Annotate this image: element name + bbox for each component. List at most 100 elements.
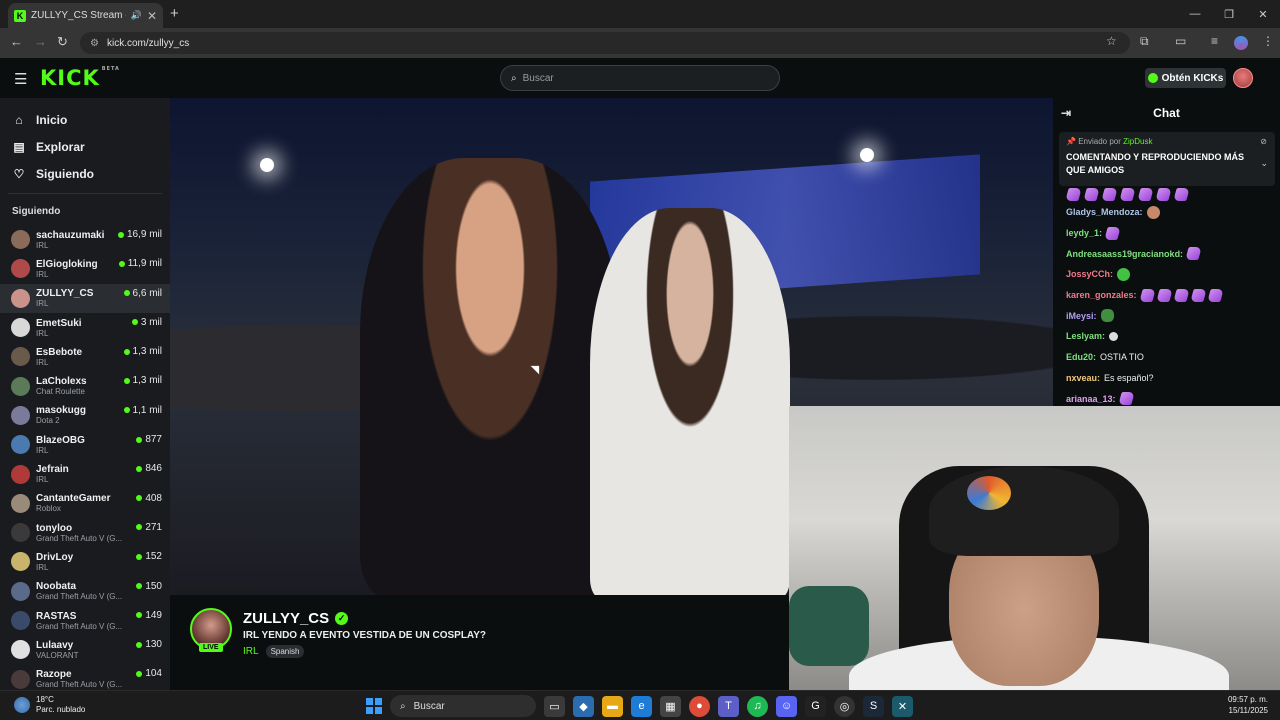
chat-username[interactable]: Edu20: xyxy=(1066,352,1096,362)
kick-logo[interactable]: KICK BETA xyxy=(40,66,120,90)
copilot-icon[interactable]: ◆ xyxy=(573,695,594,717)
channel-name: Razope xyxy=(36,669,72,681)
chat-username[interactable]: Gladys_Mendoza: xyxy=(1066,207,1143,217)
weather-widget[interactable]: 18°C Parc. nublado xyxy=(14,695,85,715)
sidebar-item-following[interactable]: ♡ Siguiendo xyxy=(0,160,170,187)
reload-icon[interactable]: ↻ xyxy=(57,34,68,50)
url-field[interactable]: ⚙ kick.com/zullyy_cs xyxy=(80,32,1130,54)
start-button-icon[interactable] xyxy=(366,698,382,714)
chat-username[interactable]: karen_gonzales: xyxy=(1066,290,1137,300)
edge-icon[interactable]: e xyxy=(631,695,652,717)
sidebar-channel[interactable]: ZULLYY_CS IRL 6,6 mil xyxy=(0,283,170,313)
address-bar-row: ← → ↻ ⚙ kick.com/zullyy_cs ☆ ⧉ ▭ ≡ ⋮ xyxy=(0,28,1280,58)
language-tag[interactable]: Spanish xyxy=(265,645,305,658)
channel-name: EsBebote xyxy=(36,346,83,358)
emote-icon xyxy=(1155,288,1173,302)
chat-message[interactable]: leydy_1: xyxy=(1066,223,1267,244)
chat-username[interactable]: Andreasaass19gracianokd: xyxy=(1066,249,1183,259)
sidebar: ⌂ Inicio ▤ Explorar ♡ Siguiendo Siguiend… xyxy=(0,98,170,690)
sidebar-channel[interactable]: tonyloo Grand Theft Auto V (G... 271 xyxy=(0,518,170,547)
unpin-icon[interactable]: ⊘ xyxy=(1260,137,1267,146)
sidebar-channel[interactable]: Jefrain IRL 846 xyxy=(0,459,170,488)
chrome-icon[interactable]: ● xyxy=(689,695,710,717)
chat-message[interactable]: Gladys_Mendoza: xyxy=(1066,202,1267,223)
sidebar-item-explore[interactable]: ▤ Explorar xyxy=(0,133,170,160)
chat-username[interactable]: nxveau: xyxy=(1066,373,1100,383)
cast-icon[interactable]: ▭ xyxy=(1175,34,1186,48)
chat-username[interactable]: leydy_1: xyxy=(1066,228,1102,238)
speaker-icon[interactable]: 🔊 xyxy=(131,10,142,21)
sidebar-channel[interactable]: BlazeOBG IRL 877 xyxy=(0,430,170,459)
webcam-cap-logo xyxy=(967,476,1011,510)
channel-name[interactable]: ZULLYY_CS ✓ xyxy=(243,610,349,627)
search-input[interactable]: ⌕ Buscar xyxy=(500,65,780,91)
chat-message[interactable]: Leslyam: xyxy=(1066,326,1267,347)
site-info-icon[interactable]: ⚙ xyxy=(90,38,99,49)
sidebar-channel[interactable]: EmetSuki IRL 3 mil xyxy=(0,313,170,342)
sidebar-item-home[interactable]: ⌂ Inicio xyxy=(0,106,170,133)
chat-message[interactable]: iMeysi: xyxy=(1066,305,1267,326)
kick-favicon-icon: K xyxy=(14,9,26,22)
task-view-icon[interactable]: ▭ xyxy=(544,695,565,717)
stream-category[interactable]: IRL xyxy=(243,646,259,657)
chat-message[interactable]: karen_gonzales: xyxy=(1066,285,1267,306)
store-icon[interactable]: ▦ xyxy=(660,695,681,717)
chat-message[interactable]: nxveau: Es español? xyxy=(1066,368,1267,389)
steam-icon[interactable]: S xyxy=(863,695,884,717)
back-icon[interactable]: ← xyxy=(10,34,23,49)
extensions-icon[interactable]: ⧉ xyxy=(1140,34,1149,49)
browser-tab[interactable]: K ZULLYY_CS Stream - Watch 🔊 ✕ xyxy=(8,3,163,28)
sidebar-channel[interactable]: CantanteGamer Roblox 408 xyxy=(0,489,170,518)
sidebar-channel[interactable]: DrivLoy IRL 152 xyxy=(0,547,170,576)
close-tab-icon[interactable]: ✕ xyxy=(147,9,157,23)
sidebar-channel[interactable]: ElGiogloking IRL 11,9 mil xyxy=(0,254,170,283)
chevron-down-icon[interactable]: ⌄ xyxy=(1260,158,1268,169)
media-icon[interactable]: ≡ xyxy=(1211,34,1218,48)
channel-category: IRL xyxy=(36,357,49,367)
live-dot-icon xyxy=(123,407,130,414)
channel-avatar xyxy=(11,552,30,572)
chat-username[interactable]: Leslyam: xyxy=(1066,331,1105,341)
viewer-count: 271 xyxy=(136,522,162,533)
sidebar-channel[interactable]: masokugg Dota 2 1,1 mil xyxy=(0,401,170,430)
chat-message[interactable]: Edu20: OSTIA TIO xyxy=(1066,347,1267,368)
chat-message[interactable]: Andreasaass19gracianokd: xyxy=(1066,243,1267,264)
spotify-icon[interactable]: ♫ xyxy=(747,695,768,717)
profile-icon[interactable] xyxy=(1234,36,1248,50)
file-explorer-icon[interactable]: ▬ xyxy=(602,695,623,717)
chat-message[interactable]: arianaa_13: xyxy=(1066,388,1267,406)
pinned-message[interactable]: 📌 Enviado por ZipDusk COMENTANDO Y REPRO… xyxy=(1059,132,1275,186)
hamburger-menu-icon[interactable]: ☰ xyxy=(14,70,27,88)
sidebar-channel[interactable]: EsBebote IRL 1,3 mil xyxy=(0,342,170,371)
minimize-button[interactable]: — xyxy=(1178,0,1212,28)
taskbar-search[interactable]: ⌕ Buscar xyxy=(390,695,536,717)
sidebar-channel[interactable]: Noobata Grand Theft Auto V (G... 150 xyxy=(0,577,170,606)
user-avatar[interactable] xyxy=(1233,68,1253,88)
menu-kebab-icon[interactable]: ⋮ xyxy=(1262,34,1274,48)
app-icon[interactable]: G xyxy=(805,695,826,717)
teams-icon[interactable]: T xyxy=(718,695,739,717)
chat-username[interactable]: arianaa_13: xyxy=(1066,394,1116,404)
system-clock[interactable]: 09:57 p. m. 15/11/2025 xyxy=(1228,694,1268,716)
sidebar-channel[interactable]: RASTAS Grand Theft Auto V (G... 149 xyxy=(0,606,170,635)
chat-username[interactable]: JossyCCh: xyxy=(1066,269,1113,279)
new-tab-button[interactable]: + xyxy=(170,5,179,22)
app-icon[interactable]: ✕ xyxy=(892,695,913,717)
sidebar-channel[interactable]: Lulaavy VALORANT 130 xyxy=(0,635,170,664)
collapse-chat-icon[interactable]: ⇥ xyxy=(1061,106,1071,120)
channel-category: Chat Roulette xyxy=(36,387,85,397)
channel-name: EmetSuki xyxy=(36,317,82,329)
sidebar-channel[interactable]: sachauzumaki IRL 16,9 mil xyxy=(0,225,170,254)
chat-username[interactable]: iMeysi: xyxy=(1066,311,1097,321)
sidebar-channel[interactable]: Razope Grand Theft Auto V (G... 104 xyxy=(0,664,170,690)
restore-button[interactable]: ❐ xyxy=(1212,0,1246,28)
chat-message[interactable]: JossyCCh: xyxy=(1066,264,1267,285)
forward-icon[interactable]: → xyxy=(34,34,47,49)
sidebar-channel[interactable]: LaCholexs Chat Roulette 1,3 mil xyxy=(0,371,170,400)
discord-icon[interactable]: ☺ xyxy=(776,695,797,717)
live-badge: LIVE xyxy=(199,643,223,652)
get-kicks-button[interactable]: Obtén KICKs xyxy=(1145,68,1226,88)
obs-icon[interactable]: ◎ xyxy=(834,695,855,717)
bookmark-star-icon[interactable]: ☆ xyxy=(1106,34,1117,48)
close-window-button[interactable]: ✕ xyxy=(1246,0,1280,28)
